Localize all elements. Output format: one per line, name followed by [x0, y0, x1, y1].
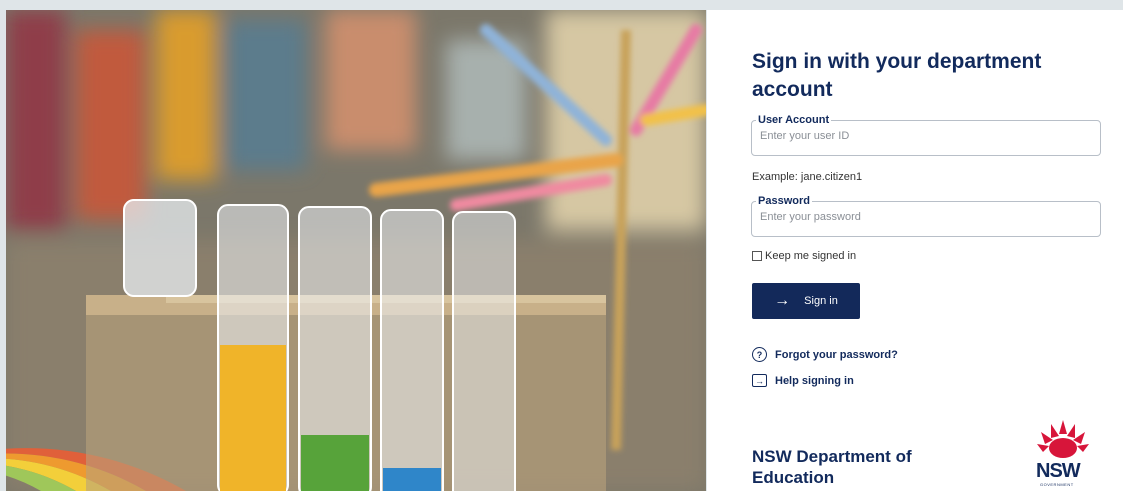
- sign-in-label: Sign in: [804, 295, 838, 307]
- exit-box-icon: →: [752, 374, 767, 387]
- page-title: Sign in with your department account: [752, 50, 1042, 101]
- password-label: Password: [758, 195, 810, 207]
- question-circle-icon: ?: [752, 347, 767, 362]
- user-account-input[interactable]: [760, 126, 1092, 142]
- science-lab-photo: [6, 10, 706, 491]
- logo-text: NSW: [1036, 460, 1081, 482]
- help-signing-in-link[interactable]: → Help signing in: [752, 374, 854, 387]
- keep-signed-in-checkbox[interactable]: Keep me signed in: [752, 250, 856, 262]
- password-input[interactable]: [760, 207, 1092, 223]
- checkbox-box[interactable]: [752, 251, 762, 261]
- logo-subtext: GOVERNMENT: [1040, 482, 1074, 487]
- org-name: NSW Department of Education: [752, 447, 912, 487]
- forgot-password-link[interactable]: ? Forgot your password?: [752, 347, 898, 362]
- help-signing-in-label: Help signing in: [775, 374, 854, 387]
- sign-in-panel: Sign in with your department account Use…: [707, 10, 1123, 491]
- user-account-example: Example: jane.citizen1: [752, 171, 863, 183]
- nsw-government-logo: NSW GOVERNMENT: [1029, 418, 1097, 491]
- waratah-icon: [1037, 420, 1089, 458]
- forgot-password-label: Forgot your password?: [775, 348, 898, 361]
- user-account-field[interactable]: User Account: [751, 114, 1101, 156]
- arrow-right-icon: →: [774, 292, 791, 309]
- password-field[interactable]: Password: [751, 195, 1101, 237]
- hero-image: [6, 10, 706, 491]
- user-account-label: User Account: [758, 114, 830, 126]
- sign-in-button[interactable]: → Sign in: [752, 283, 860, 319]
- keep-signed-in-label: Keep me signed in: [765, 250, 857, 262]
